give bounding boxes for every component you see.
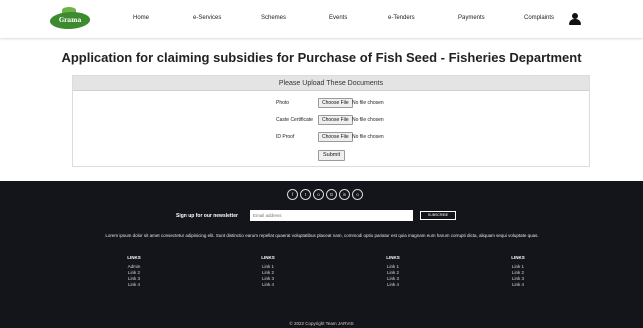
- footer-link[interactable]: Link 4: [248, 282, 288, 288]
- nav-complaints[interactable]: Complaints: [524, 15, 554, 21]
- facebook-icon[interactable]: f: [287, 189, 298, 200]
- column-heading: LINKS: [127, 255, 141, 260]
- nav-home[interactable]: Home: [133, 15, 149, 21]
- column-heading: LINKS: [386, 255, 400, 260]
- nav-e-tenders[interactable]: e-Tenders: [388, 15, 415, 21]
- nav-e-services[interactable]: e-Services: [193, 15, 221, 21]
- footer-links-column: LINKS Link 1 Link 2 Link 3 Link 4: [373, 255, 413, 288]
- file-status-text: No file chosen: [352, 117, 384, 123]
- panel-heading: Please Upload These Documents: [73, 76, 589, 91]
- field-label: Caste Certificate: [276, 117, 313, 123]
- footer-link[interactable]: Link 4: [373, 282, 413, 288]
- photo-choose-file-button[interactable]: Choose File: [318, 98, 353, 108]
- site-logo[interactable]: Grama: [48, 12, 92, 29]
- column-heading: LINKS: [261, 255, 275, 260]
- github-icon[interactable]: o: [352, 189, 363, 200]
- subscribe-button[interactable]: SUBSCRIBE: [420, 211, 456, 220]
- field-label: Photo: [276, 100, 290, 106]
- footer-description: Lorem ipsum dolor sit amet consectetur a…: [105, 233, 539, 238]
- copyright-text: © 2022 Copyright Team JARVIS: [289, 321, 354, 326]
- footer: f t o G in o Sign up for our newsletter …: [0, 181, 643, 328]
- twitter-icon[interactable]: t: [300, 189, 311, 200]
- footer-link[interactable]: Link 4: [114, 282, 154, 288]
- nav-events[interactable]: Events: [329, 15, 347, 21]
- page-title: Application for claiming subsidies for P…: [61, 50, 582, 65]
- field-label: ID Proof: [276, 134, 295, 140]
- id-proof-choose-file-button[interactable]: Choose File: [318, 132, 353, 142]
- newsletter-email-input[interactable]: [250, 210, 413, 221]
- footer-links-column: LINKS Link 1 Link 2 Link 3 Link 4: [498, 255, 538, 288]
- submit-button[interactable]: Submit: [318, 150, 346, 161]
- instagram-icon[interactable]: o: [313, 189, 324, 200]
- upload-documents-panel: Please Upload These Documents Photo Choo…: [72, 75, 590, 167]
- user-icon[interactable]: [569, 13, 581, 25]
- google-icon[interactable]: G: [326, 189, 337, 200]
- caste-certificate-choose-file-button[interactable]: Choose File: [318, 115, 353, 125]
- file-status-text: No file chosen: [352, 100, 384, 106]
- nav-schemes[interactable]: Schemes: [261, 15, 286, 21]
- nav-payments[interactable]: Payments: [458, 15, 485, 21]
- file-status-text: No file chosen: [352, 134, 384, 140]
- upload-row-id-proof: ID Proof Choose File No file chosen: [73, 132, 589, 142]
- social-links: f t o G in o: [287, 189, 363, 201]
- upload-row-photo: Photo Choose File No file chosen: [73, 98, 589, 108]
- linkedin-icon[interactable]: in: [339, 189, 350, 200]
- newsletter-label: Sign up for our newsletter: [176, 213, 238, 219]
- footer-links-column: LINKS Link 1 Link 2 Link 3 Link 4: [248, 255, 288, 288]
- footer-link[interactable]: Link 4: [498, 282, 538, 288]
- footer-links-column: LINKS Admin Link 2 Link 3 Link 4: [114, 255, 154, 288]
- column-heading: LINKS: [511, 255, 525, 260]
- logo-text: Grama: [58, 17, 82, 24]
- top-navbar: Grama Home e-Services Schemes Events e-T…: [0, 0, 643, 38]
- upload-row-caste-certificate: Caste Certificate Choose File No file ch…: [73, 115, 589, 125]
